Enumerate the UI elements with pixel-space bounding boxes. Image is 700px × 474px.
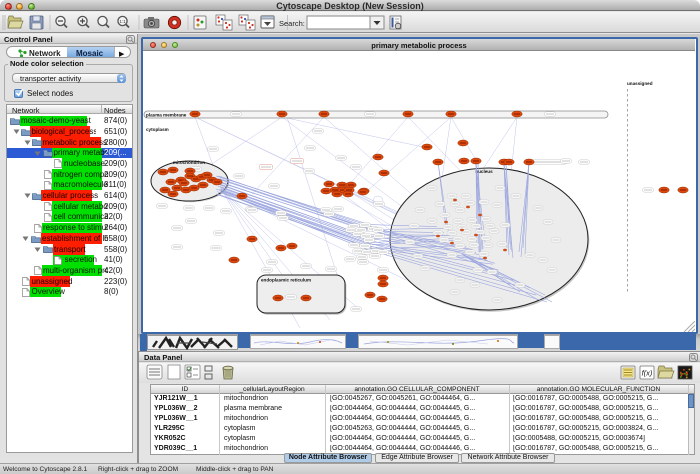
svg-text:unassigned: unassigned (627, 81, 653, 86)
svg-text:endoplasmic reticulum: endoplasmic reticulum (261, 278, 311, 283)
svg-text:Search:: Search: (279, 19, 305, 28)
svg-text:cytoplasm: cytoplasm (146, 127, 169, 132)
svg-text:plasma membrane: plasma membrane (146, 113, 187, 118)
svg-text:mitochondrion: mitochondrion (173, 160, 205, 165)
svg-text:f(x): f(x) (642, 369, 653, 378)
svg-text:1:1: 1:1 (119, 19, 126, 24)
